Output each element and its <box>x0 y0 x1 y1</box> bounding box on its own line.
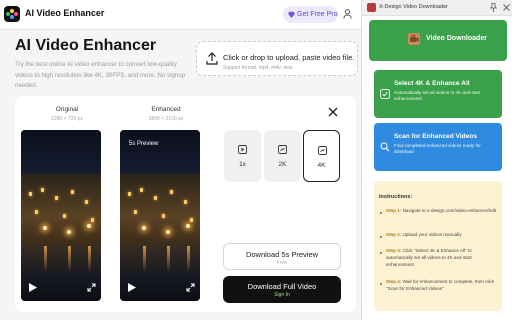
select-4k-enhance-all-button[interactable]: Select 4K & Enhance All Automatically se… <box>374 70 502 118</box>
download-full-sub: Sign In <box>274 292 290 298</box>
instruction-step: Step 4: Wait for enhancement to complete… <box>386 279 498 293</box>
instruction-step: Step 1: Navigate to x-design.com/video-e… <box>386 208 498 215</box>
bullet <box>380 236 382 238</box>
2k-icon <box>278 145 287 154</box>
extension-title-bar: X-Design Video Downloader <box>362 0 512 16</box>
expand-icon[interactable] <box>186 283 195 292</box>
4k-icon <box>318 146 327 155</box>
app-name: AI Video Enhancer <box>25 8 105 18</box>
original-video-player[interactable] <box>21 130 101 301</box>
get-free-pro-button[interactable]: Get Free Pro <box>283 6 338 23</box>
step-label: Step 4: <box>386 279 402 284</box>
upload-formats: Support format: mp4, m4v, mov <box>223 65 293 71</box>
play-icon <box>238 145 247 154</box>
expand-icon[interactable] <box>87 283 96 292</box>
resolution-label: 4K <box>317 162 326 169</box>
instructions-box: Instructions: Step 1: Navigate to x-desi… <box>374 181 502 311</box>
select-4k-description: Automatically set all videos to 4K and s… <box>394 90 481 101</box>
download-full-label: Download Full Video <box>247 282 317 291</box>
extension-side-panel: X-Design Video Downloader Video Download… <box>361 0 512 320</box>
resolution-option-4k[interactable]: 4K <box>303 130 340 182</box>
extension-logo <box>367 3 376 12</box>
scan-description: Find completed enhanced videos ready for… <box>394 143 481 154</box>
instruction-step: Step 3: Click "Select 4K & Enhance All" … <box>386 248 498 268</box>
page-title: AI Video Enhancer <box>15 37 157 54</box>
enhanced-resolution: 3840 × 2160 px <box>148 116 184 122</box>
play-icon[interactable] <box>29 283 37 292</box>
enhanced-label: Enhanced <box>151 106 181 113</box>
extension-header-title: Video Downloader <box>426 35 487 42</box>
extension-header: Video Downloader <box>369 20 507 61</box>
step-label: Step 3: <box>386 248 402 253</box>
download-full-button[interactable]: Download Full Video Sign In <box>223 276 341 303</box>
pin-icon[interactable] <box>490 3 497 12</box>
bullet <box>380 283 382 285</box>
step-text: Navigate to x-design.com/video-enhancer/… <box>402 208 497 213</box>
get-free-pro-label: Get Free Pro <box>297 11 338 18</box>
upload-dropzone[interactable]: Click or drop to upload, paste video fil… <box>196 41 358 76</box>
scan-title: Scan for Enhanced Videos <box>394 133 478 140</box>
instruction-step: Step 2: Upload your videos manually <box>386 232 498 239</box>
step-text: Wait for enhancement to complete, then c… <box>386 279 495 291</box>
app-logo[interactable] <box>4 6 20 22</box>
step-label: Step 2: <box>386 232 402 237</box>
original-label: Original <box>55 106 79 113</box>
resolution-label: 2K <box>278 161 287 168</box>
resolution-option-2k[interactable]: 2K <box>264 130 301 182</box>
original-resolution: 1280 × 720 px <box>51 116 83 122</box>
upload-icon <box>206 52 218 65</box>
instructions-title: Instructions: <box>379 194 413 200</box>
download-preview-label: Download 5s Preview <box>245 250 319 259</box>
upload-instruction: Click or drop to upload, paste video fil… <box>223 53 355 62</box>
diamond-icon <box>288 11 295 18</box>
close-icon[interactable] <box>503 4 510 11</box>
bullet <box>380 252 382 254</box>
extension-title: X-Design Video Downloader <box>379 4 448 10</box>
download-preview-sub: Free <box>276 260 288 266</box>
main-page: AI Video Enhancer Get Free Pro AI Video … <box>0 0 361 320</box>
bullet <box>380 212 382 214</box>
close-icon[interactable] <box>328 107 338 117</box>
step-text: Upload your videos manually <box>402 232 462 237</box>
step-label: Step 1: <box>386 208 402 213</box>
resolution-option-1x[interactable]: 1x <box>224 130 261 182</box>
page-description: Try the best online AI video enhancer to… <box>15 61 186 89</box>
download-preview-button[interactable]: Download 5s Preview Free <box>223 243 341 270</box>
scan-enhanced-videos-button[interactable]: Scan for Enhanced Videos Find completed … <box>374 123 502 171</box>
search-icon <box>380 142 390 152</box>
play-icon[interactable] <box>128 283 136 292</box>
enhanced-video-player[interactable]: 5s Preview <box>120 130 200 301</box>
enhance-icon <box>380 89 390 99</box>
select-4k-title: Select 4K & Enhance All <box>394 80 470 87</box>
video-camera-icon <box>408 33 420 45</box>
user-icon[interactable] <box>343 9 352 19</box>
preview-tag: 5s Preview <box>129 141 159 147</box>
resolution-label: 1x <box>239 161 246 168</box>
top-bar: AI Video Enhancer Get Free Pro <box>0 0 361 30</box>
